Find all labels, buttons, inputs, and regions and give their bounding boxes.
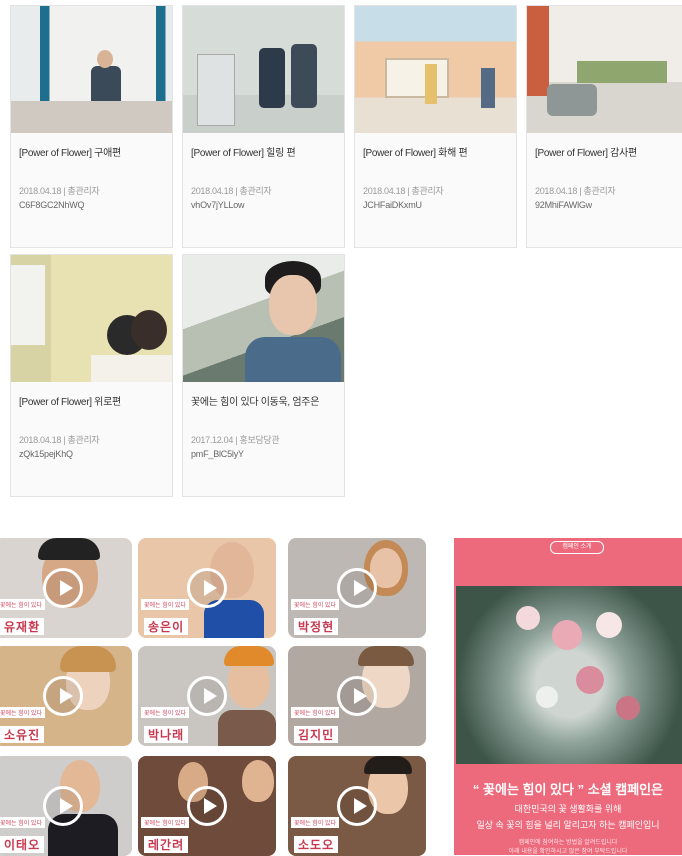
play-icon[interactable]: [187, 676, 227, 716]
video-thumbnail[interactable]: 꽃에는 힘이 있다 송은이: [138, 538, 276, 638]
video-thumbnail[interactable]: 꽃에는 힘이 있다 이태오: [0, 756, 132, 856]
card-title[interactable]: 꽃에는 힘이 있다 이동욱, 엄주은: [191, 393, 340, 408]
campaign-banner[interactable]: 캠페인 소개 “ 꽃에는 힘이 있다 ” 소셜 캠페인은 대한민국의 꽃 생활화…: [454, 538, 682, 855]
card-meta: 2018.04.18 | 총관리자: [363, 186, 444, 196]
card-code: JCHFaiDKxmU: [363, 200, 422, 210]
play-icon[interactable]: [187, 568, 227, 608]
video-name: 소유진: [0, 726, 45, 743]
thumbnail-image[interactable]: [11, 255, 172, 382]
video-tag: 꽃에는 힘이 있다: [141, 817, 189, 828]
card-code: pmF_BlC5lyY: [191, 449, 244, 459]
play-icon[interactable]: [43, 786, 83, 826]
card-code: zQk15pejKhQ: [19, 449, 73, 459]
card-code: C6F8GC2NhWQ: [19, 200, 85, 210]
video-name: 레간려: [144, 836, 189, 853]
video-thumbnail[interactable]: 꽃에는 힘이 있다 소유진: [0, 646, 132, 746]
card-title[interactable]: [Power of Flower] 힐링 편: [191, 144, 340, 159]
card-meta: 2018.04.18 | 총관리자: [535, 186, 616, 196]
play-icon[interactable]: [43, 568, 83, 608]
card-code: vhOv7jYLLow: [191, 200, 245, 210]
thumbnail-image[interactable]: [527, 6, 682, 133]
video-tag: 꽃에는 힘이 있다: [0, 817, 45, 828]
card-title[interactable]: [Power of Flower] 위로편: [19, 393, 168, 408]
video-tag: 꽃에는 힘이 있다: [0, 707, 45, 718]
play-icon[interactable]: [337, 568, 377, 608]
video-thumbnail[interactable]: 꽃에는 힘이 있다 소도오: [288, 756, 426, 856]
video-tag: 꽃에는 힘이 있다: [291, 817, 339, 828]
play-icon[interactable]: [337, 786, 377, 826]
campaign-small-1: 캠페인에 참여하는 방법을 알려드립니다: [518, 840, 618, 846]
article-card[interactable]: [Power of Flower] 감사편 2018.04.18 | 총관리자 …: [526, 5, 682, 248]
card-title[interactable]: [Power of Flower] 화해 편: [363, 144, 512, 159]
card-title[interactable]: [Power of Flower] 감사편: [535, 144, 682, 159]
thumbnail-image[interactable]: [183, 255, 344, 382]
video-tag: 꽃에는 힘이 있다: [291, 707, 339, 718]
card-meta: 2017.12.04 | 홍보담당관: [191, 435, 280, 445]
campaign-small-2: 아래 내용을 확인하시고 많은 참여 부탁드립니다: [508, 849, 628, 855]
video-thumbnail[interactable]: 꽃에는 힘이 있다 김지민: [288, 646, 426, 746]
article-card[interactable]: [Power of Flower] 위로편 2018.04.18 | 총관리자 …: [10, 254, 173, 497]
article-card[interactable]: [Power of Flower] 힐링 편 2018.04.18 | 총관리자…: [182, 5, 345, 248]
campaign-line-1: 대한민국의 꽃 생활화를 위해: [514, 804, 622, 814]
thumbnail-image[interactable]: [11, 6, 172, 133]
video-tag: 꽃에는 힘이 있다: [291, 599, 339, 610]
video-tag: 꽃에는 힘이 있다: [0, 599, 45, 610]
video-thumbnail[interactable]: 꽃에는 힘이 있다 박나래: [138, 646, 276, 746]
article-card[interactable]: [Power of Flower] 구애편 2018.04.18 | 총관리자 …: [10, 5, 173, 248]
campaign-line-2: 일상 속 꽃의 힘을 널리 알리고자 하는 캠페인입니: [476, 820, 660, 830]
bouquet-image: [456, 586, 682, 764]
card-code: 92MhiFAWlGw: [535, 200, 592, 210]
video-name: 박정현: [294, 618, 339, 635]
video-thumbnail[interactable]: 꽃에는 힘이 있다 박정현: [288, 538, 426, 638]
article-card[interactable]: 꽃에는 힘이 있다 이동욱, 엄주은 2017.12.04 | 홍보담당관 pm…: [182, 254, 345, 497]
card-meta: 2018.04.18 | 총관리자: [19, 186, 100, 196]
card-meta: 2018.04.18 | 총관리자: [19, 435, 100, 445]
card-meta: 2018.04.18 | 총관리자: [191, 186, 272, 196]
video-name: 이태오: [0, 836, 45, 853]
video-name: 박나래: [144, 726, 189, 743]
campaign-pill[interactable]: 캠페인 소개: [550, 541, 604, 554]
video-name: 유재환: [0, 618, 45, 635]
video-name: 소도오: [294, 836, 339, 853]
play-icon[interactable]: [187, 786, 227, 826]
play-icon[interactable]: [337, 676, 377, 716]
video-thumbnail[interactable]: 꽃에는 힘이 있다 레간려: [138, 756, 276, 856]
card-title[interactable]: [Power of Flower] 구애편: [19, 144, 168, 159]
play-icon[interactable]: [43, 676, 83, 716]
video-tag: 꽃에는 힘이 있다: [141, 707, 189, 718]
article-card[interactable]: [Power of Flower] 화해 편 2018.04.18 | 총관리자…: [354, 5, 517, 248]
video-name: 김지민: [294, 726, 339, 743]
campaign-headline: “ 꽃에는 힘이 있다 ” 소셜 캠페인은: [472, 782, 664, 797]
thumbnail-image[interactable]: [355, 6, 516, 133]
thumbnail-image[interactable]: [183, 6, 344, 133]
video-thumbnail[interactable]: 꽃에는 힘이 있다 유재환: [0, 538, 132, 638]
video-name: 송은이: [144, 618, 189, 635]
video-tag: 꽃에는 힘이 있다: [141, 599, 189, 610]
